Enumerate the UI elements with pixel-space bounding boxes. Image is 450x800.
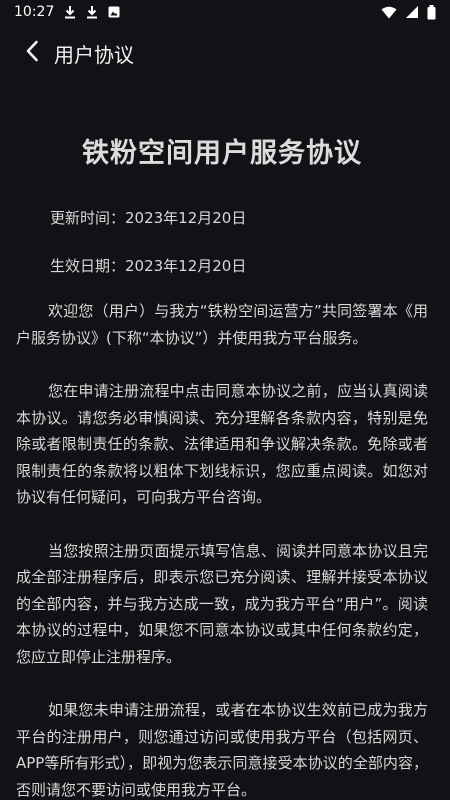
status-time: 10:27: [14, 4, 55, 20]
image-notification-icon: [108, 6, 120, 18]
paragraph: 如果您未申请注册流程，或者在本协议生效前已成为我方平台的注册用户，则您通过访问或…: [16, 701, 428, 799]
download-icon: [64, 5, 76, 19]
back-button[interactable]: [10, 31, 54, 75]
paragraph: 您在申请注册流程中点击同意本协议之前，应当认真阅读本协议。请您务必审慎阅读、充分…: [16, 382, 428, 506]
status-right: [381, 4, 436, 20]
agreement-content[interactable]: 铁粉空间用户服务协议 更新时间：2023年12月20日 生效日期：2023年12…: [0, 76, 450, 800]
paragraph: 欢迎您（用户）与我方“铁粉空间运营方”共同签署本《用户服务协议》(下称“本协议”…: [16, 302, 428, 347]
page-title: 用户协议: [54, 42, 134, 67]
app-header: 用户协议: [0, 30, 450, 76]
chevron-left-icon: [25, 40, 39, 66]
download-icon: [86, 5, 98, 19]
battery-icon: [427, 4, 436, 20]
signal-icon: [405, 5, 419, 19]
updated-date: 更新时间：2023年12月20日: [50, 209, 247, 227]
status-left: 10:27: [14, 4, 120, 20]
effective-date: 生效日期：2023年12月20日: [50, 257, 247, 275]
paragraph: 当您按照注册页面提示填写信息、阅读并同意本协议且完成全部注册程序后，即表示您已充…: [16, 541, 428, 666]
document-title: 铁粉空间用户服务协议: [82, 138, 362, 169]
status-bar: 10:27: [0, 0, 450, 24]
wifi-icon: [381, 6, 397, 19]
